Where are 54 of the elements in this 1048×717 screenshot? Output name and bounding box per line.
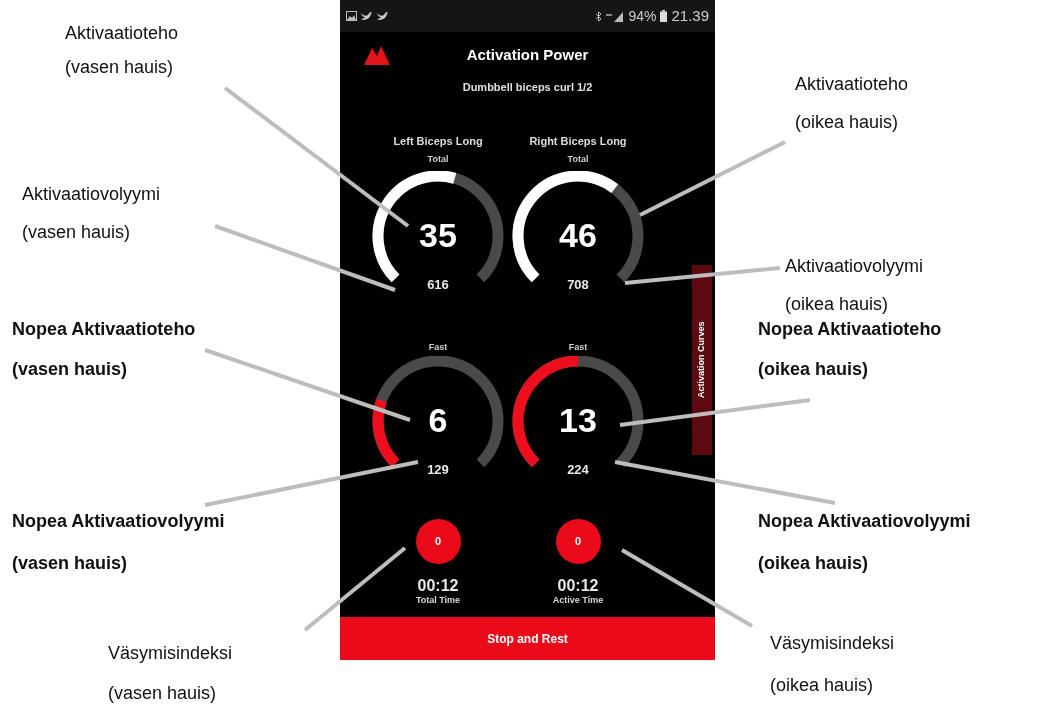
annotation-title: Aktivaatiovolyymi <box>785 255 924 277</box>
gauge-value: 35 <box>418 215 458 255</box>
side-tab[interactable]: Activation Curves <box>692 265 712 455</box>
annotation-subtitle: (oikea hauis) <box>758 552 869 574</box>
fatigue-index-badge: 0 <box>415 519 461 564</box>
annotation-title: Nopea Aktivaatiovolyymi <box>12 510 225 532</box>
annotation-title: Nopea Aktivaatioteho <box>12 318 196 340</box>
annotation-subtitle: (vasen hauis) <box>12 552 128 574</box>
volume-value: 224 <box>566 461 590 479</box>
logo-icon <box>364 46 390 65</box>
annotation-title: Nopea Aktivaatioteho <box>758 318 942 340</box>
annotation-subtitle: (vasen hauis) <box>108 682 217 704</box>
gauge-value: 46 <box>558 215 598 255</box>
gauge-value: 13 <box>558 400 598 440</box>
annotation-subtitle: (vasen hauis) <box>22 221 131 243</box>
time-value: 00:12 <box>417 576 459 594</box>
annotation-subtitle: (oikea hauis) <box>758 358 869 380</box>
screen-title: Activation Power <box>466 45 589 65</box>
fatigue-index-badge: 0 <box>555 519 601 564</box>
image-icon <box>346 11 357 21</box>
signal-icon <box>606 10 625 22</box>
gauge-label: Total <box>567 153 589 166</box>
annotation-title: Nopea Aktivaatiovolyymi <box>758 510 971 532</box>
battery-icon <box>660 10 668 22</box>
gauge-label: Fast <box>568 341 588 354</box>
annotation-subtitle: (oikea hauis) <box>785 293 889 315</box>
bird-icon <box>361 11 373 21</box>
time-label: Total Time <box>415 594 461 607</box>
annotation-title: Aktivaatioteho <box>65 22 179 44</box>
annotation-subtitle: (oikea hauis) <box>795 111 899 133</box>
gauge-value: 6 <box>427 400 449 440</box>
clock: 21.39 <box>671 5 709 26</box>
annotation-subtitle: (oikea hauis) <box>770 674 874 696</box>
gauge-label: Fast <box>428 341 448 354</box>
annotation-title: Väsymisindeksi <box>108 642 233 664</box>
muscle-name: Right Biceps Long <box>529 134 627 149</box>
annotation-subtitle: (vasen hauis) <box>65 56 174 78</box>
bluetooth-icon <box>595 10 603 22</box>
gauge-label: Total <box>427 153 449 166</box>
exercise-name: Dumbbell biceps curl 1/2 <box>462 79 593 95</box>
volume-value: 616 <box>426 276 450 294</box>
time-label: Active Time <box>552 594 604 607</box>
annotation-title: Aktivaatiovolyymi <box>22 183 161 205</box>
annotation-title: Aktivaatioteho <box>795 73 909 95</box>
gauge-fill <box>372 399 400 468</box>
bird-icon <box>377 11 389 21</box>
annotation-title: Väsymisindeksi <box>770 632 895 654</box>
volume-value: 708 <box>566 276 590 294</box>
time-value: 00:12 <box>557 576 599 594</box>
battery-percentage: 94% <box>628 6 657 26</box>
muscle-name: Left Biceps Long <box>393 134 483 149</box>
annotation-subtitle: (vasen hauis) <box>12 358 128 380</box>
stop-and-rest-button[interactable]: Stop and Rest <box>340 617 715 660</box>
volume-value: 129 <box>426 461 450 479</box>
